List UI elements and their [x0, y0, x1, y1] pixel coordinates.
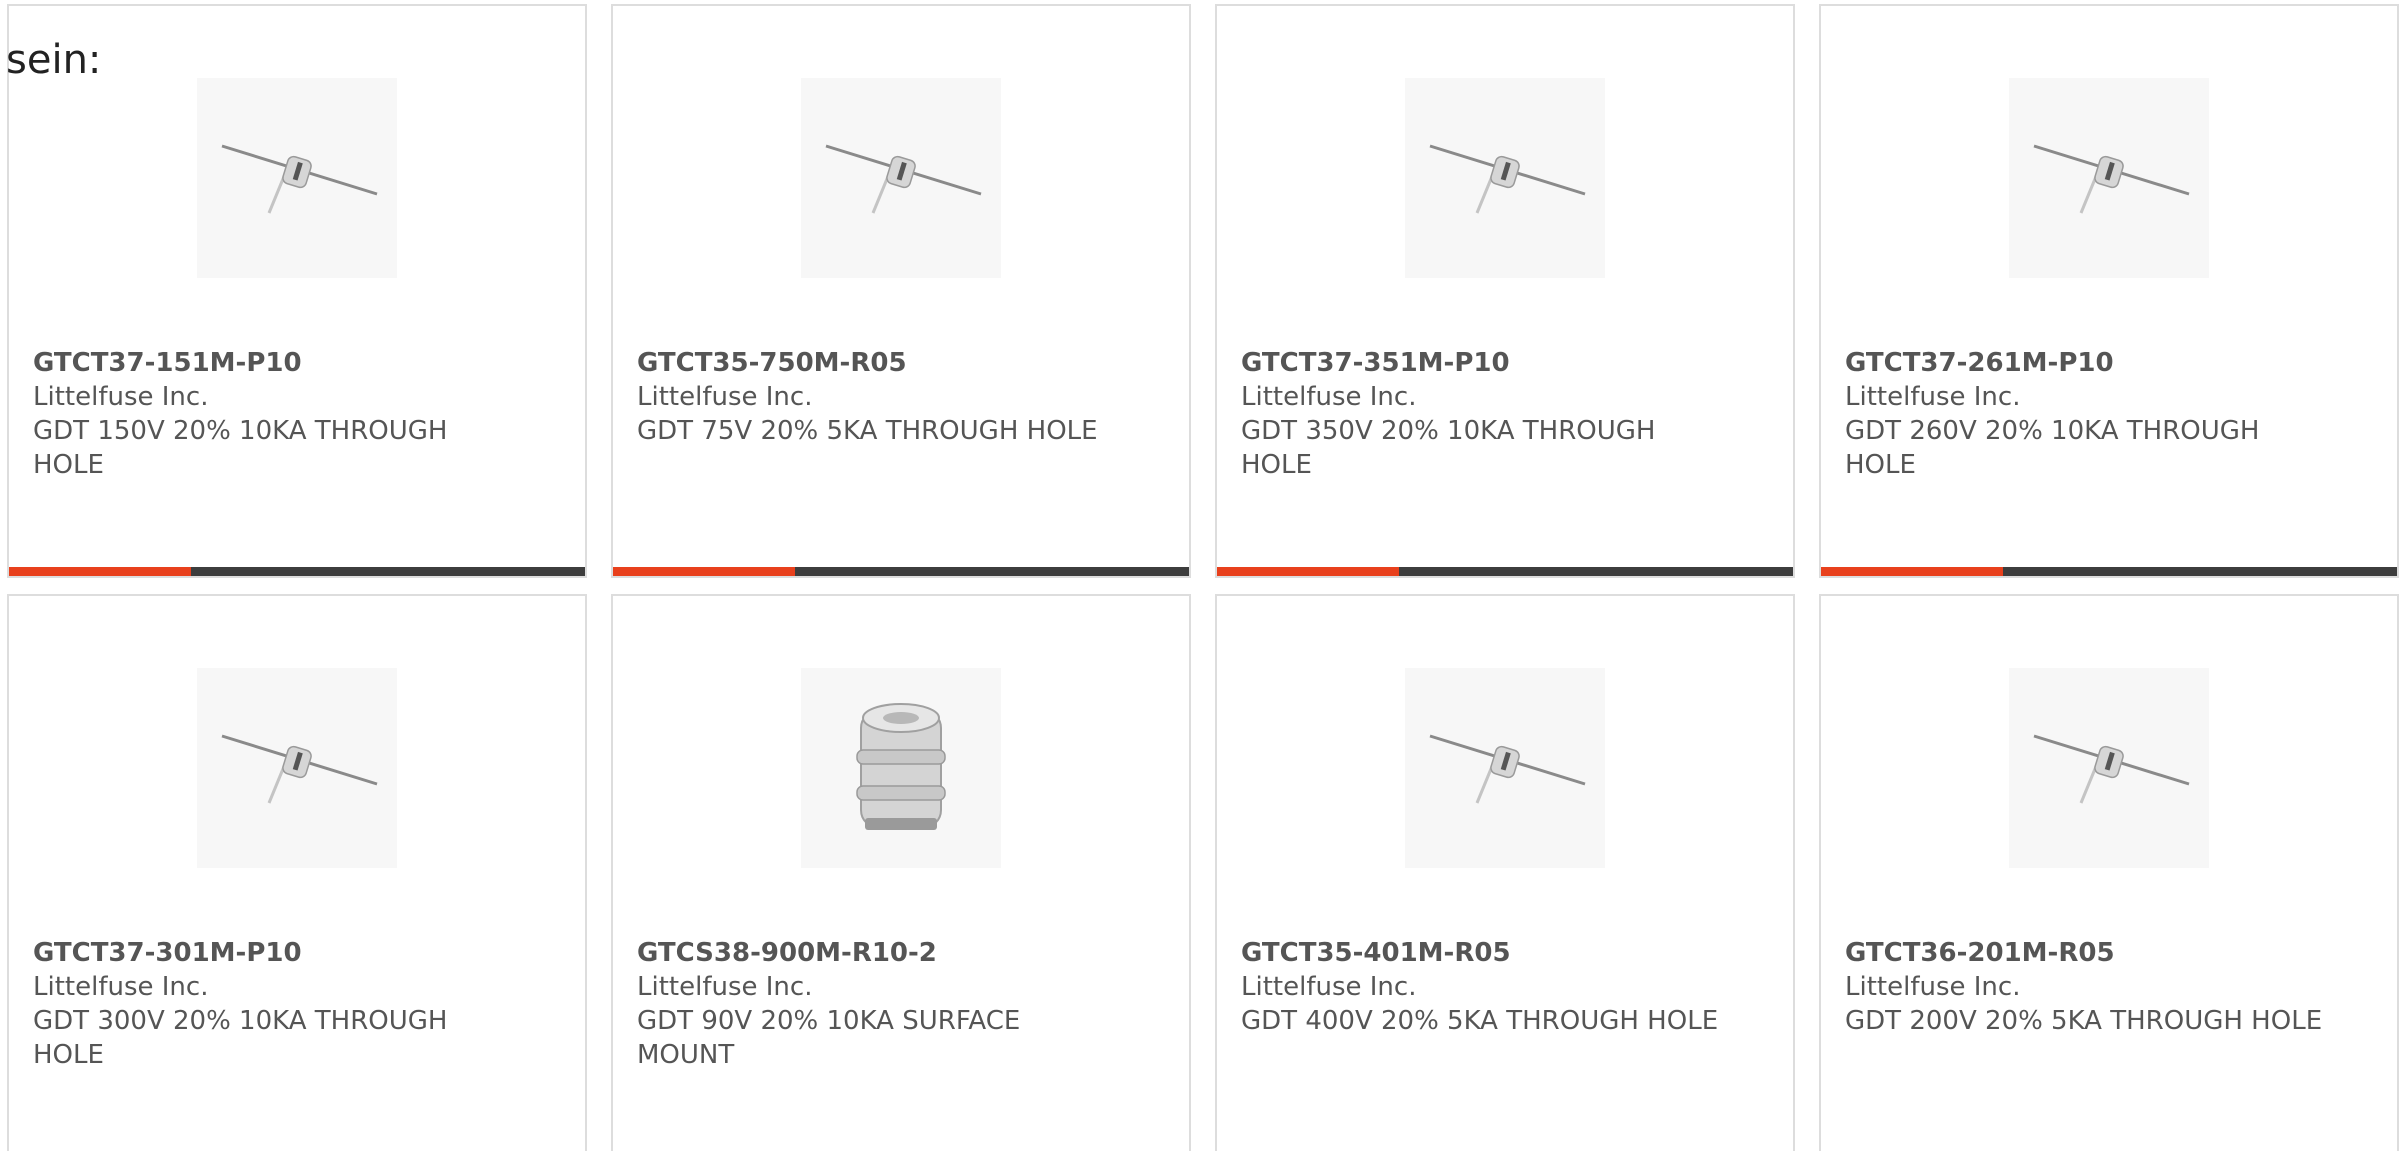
product-image[interactable] — [197, 78, 397, 278]
manufacturer-label: Littelfuse Inc. — [637, 382, 813, 412]
gas-discharge-tube-through-hole-icon — [1429, 734, 1586, 804]
manufacturer-label: Littelfuse Inc. — [1241, 382, 1417, 412]
card-footer-bar — [1821, 567, 2397, 576]
dark-bar-segment — [191, 567, 585, 576]
gas-discharge-tube-through-hole-icon — [825, 144, 982, 214]
part-number-link[interactable]: GTCT37-351M-P10 — [1241, 346, 1721, 380]
product-image[interactable] — [801, 78, 1001, 278]
intro-text: sein: — [6, 37, 102, 83]
product-info: GTCT37-261M-P10 Littelfuse Inc. GDT 260V… — [1845, 346, 2325, 482]
product-image[interactable] — [197, 668, 397, 868]
dark-bar-segment — [1399, 567, 1793, 576]
card-footer-bar — [613, 567, 1189, 576]
product-card[interactable]: GTCT37-351M-P10 Littelfuse Inc. GDT 350V… — [1215, 4, 1795, 578]
product-info: GTCS38-900M-R10-2 Littelfuse Inc. GDT 90… — [637, 936, 1117, 1072]
product-card[interactable]: GTCT35-750M-R05 Littelfuse Inc. GDT 75V … — [611, 4, 1191, 578]
product-card[interactable]: GTCT37-301M-P10 Littelfuse Inc. GDT 300V… — [7, 594, 587, 1151]
part-number-link[interactable]: GTCT36-201M-R05 — [1845, 936, 2325, 970]
product-description: GDT 200V 20% 5KA THROUGH HOLE — [1845, 1006, 2323, 1036]
dark-bar-segment — [795, 567, 1189, 576]
product-description: GDT 260V 20% 10KA THROUGH HOLE — [1845, 416, 2260, 480]
gas-discharge-tube-through-hole-icon — [221, 144, 378, 214]
manufacturer-label: Littelfuse Inc. — [637, 972, 813, 1002]
product-description: GDT 75V 20% 5KA THROUGH HOLE — [637, 416, 1098, 446]
accent-bar-segment — [613, 567, 795, 576]
product-card[interactable]: GTCT37-261M-P10 Littelfuse Inc. GDT 260V… — [1819, 4, 2399, 578]
gas-discharge-tube-through-hole-icon — [221, 734, 378, 804]
product-description: GDT 400V 20% 5KA THROUGH HOLE — [1241, 1006, 1719, 1036]
part-number-link[interactable]: GTCT35-750M-R05 — [637, 346, 1117, 380]
product-info: GTCT37-151M-P10 Littelfuse Inc. GDT 150V… — [33, 346, 513, 482]
gas-discharge-tube-through-hole-icon — [2033, 734, 2190, 804]
part-number-link[interactable]: GTCS38-900M-R10-2 — [637, 936, 1117, 970]
gas-discharge-tube-through-hole-icon — [2033, 144, 2190, 214]
product-image[interactable] — [1405, 78, 1605, 278]
product-info: GTCT35-750M-R05 Littelfuse Inc. GDT 75V … — [637, 346, 1117, 448]
dark-bar-segment — [2003, 567, 2397, 576]
manufacturer-label: Littelfuse Inc. — [1845, 972, 2021, 1002]
accent-bar-segment — [1821, 567, 2003, 576]
part-number-link[interactable]: GTCT37-261M-P10 — [1845, 346, 2325, 380]
gas-discharge-tube-surface-mount-icon — [856, 703, 946, 830]
part-number-link[interactable]: GTCT37-151M-P10 — [33, 346, 513, 380]
accent-bar-segment — [1217, 567, 1399, 576]
manufacturer-label: Littelfuse Inc. — [33, 972, 209, 1002]
product-image[interactable] — [1405, 668, 1605, 868]
product-image[interactable] — [2009, 668, 2209, 868]
card-footer-bar — [1217, 567, 1793, 576]
product-card[interactable]: GTCT37-151M-P10 Littelfuse Inc. GDT 150V… — [7, 4, 587, 578]
product-description: GDT 300V 20% 10KA THROUGH HOLE — [33, 1006, 448, 1070]
product-image[interactable] — [2009, 78, 2209, 278]
manufacturer-label: Littelfuse Inc. — [1241, 972, 1417, 1002]
product-description: GDT 350V 20% 10KA THROUGH HOLE — [1241, 416, 1656, 480]
card-footer-bar — [9, 567, 585, 576]
product-image[interactable] — [801, 668, 1001, 868]
product-info: GTCT37-351M-P10 Littelfuse Inc. GDT 350V… — [1241, 346, 1721, 482]
product-grid-page: sein: GTCT37-151M-P10 Littelfuse Inc. GD… — [0, 0, 2400, 1151]
product-info: GTCT35-401M-R05 Littelfuse Inc. GDT 400V… — [1241, 936, 1721, 1038]
accent-bar-segment — [9, 567, 191, 576]
product-info: GTCT36-201M-R05 Littelfuse Inc. GDT 200V… — [1845, 936, 2325, 1038]
product-card[interactable]: GTCS38-900M-R10-2 Littelfuse Inc. GDT 90… — [611, 594, 1191, 1151]
product-description: GDT 150V 20% 10KA THROUGH HOLE — [33, 416, 448, 480]
product-description: GDT 90V 20% 10KA SURFACE MOUNT — [637, 1006, 1021, 1070]
part-number-link[interactable]: GTCT35-401M-R05 — [1241, 936, 1721, 970]
product-card[interactable]: GTCT36-201M-R05 Littelfuse Inc. GDT 200V… — [1819, 594, 2399, 1151]
gas-discharge-tube-through-hole-icon — [1429, 144, 1586, 214]
product-info: GTCT37-301M-P10 Littelfuse Inc. GDT 300V… — [33, 936, 513, 1072]
manufacturer-label: Littelfuse Inc. — [1845, 382, 2021, 412]
manufacturer-label: Littelfuse Inc. — [33, 382, 209, 412]
product-card[interactable]: GTCT35-401M-R05 Littelfuse Inc. GDT 400V… — [1215, 594, 1795, 1151]
part-number-link[interactable]: GTCT37-301M-P10 — [33, 936, 513, 970]
